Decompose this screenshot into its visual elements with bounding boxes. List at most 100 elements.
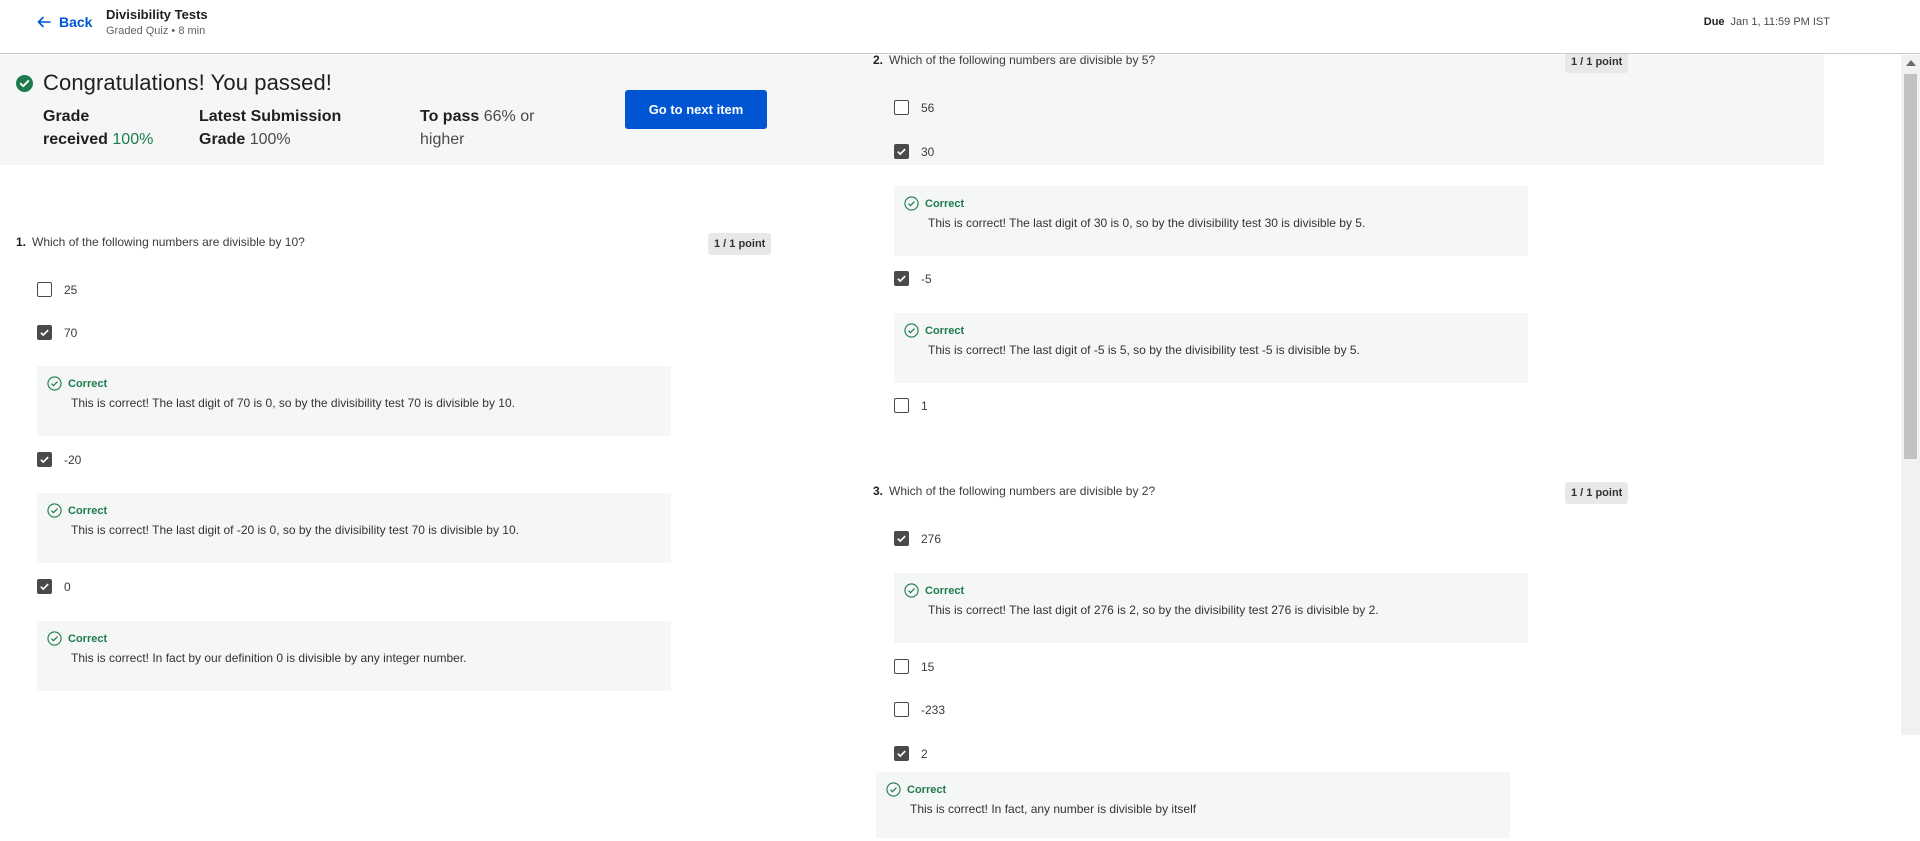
feedback-correct: Correct This is correct! In fact by our … — [37, 621, 671, 691]
feedback-correct: Correct This is correct! The last digit … — [37, 366, 671, 436]
checkbox-unchecked[interactable] — [37, 282, 52, 297]
checkmark-icon — [40, 456, 49, 464]
pass-value-2: higher — [420, 131, 465, 148]
pass-value: 66% or — [483, 108, 535, 125]
checkbox-checked[interactable] — [37, 579, 52, 594]
points-badge: 1 / 1 point — [708, 233, 772, 255]
question-1: 1. Which of the following numbers are div… — [16, 235, 305, 249]
check-circle-outline-icon — [886, 782, 901, 797]
feedback-label: Correct — [68, 504, 108, 517]
grade-label: Grade — [43, 108, 90, 125]
option-70[interactable]: 70 — [37, 325, 77, 340]
checkbox-unchecked[interactable] — [894, 659, 909, 674]
latest-label-2: Grade — [199, 131, 246, 148]
feedback-text: This is correct! The last digit of -20 i… — [71, 523, 519, 537]
option-15[interactable]: 15 — [894, 659, 934, 674]
checkmark-icon — [897, 275, 906, 283]
question-number: 2. — [873, 53, 884, 67]
checkbox-checked[interactable] — [37, 325, 52, 340]
check-circle-outline-icon — [47, 631, 62, 646]
scrollbar-thumb[interactable] — [1904, 74, 1917, 459]
due-value: Jan 1, 11:59 PM IST — [1730, 16, 1830, 28]
option-label: -233 — [921, 702, 946, 717]
checkbox-checked[interactable] — [894, 531, 909, 546]
page-subtitle: Graded Quiz • 8 min — [106, 25, 206, 37]
checkbox-checked[interactable] — [894, 746, 909, 761]
pass-heading: Congratulations! You passed! — [16, 70, 332, 96]
check-circle-outline-icon — [904, 323, 919, 338]
option-minus-20[interactable]: -20 — [37, 452, 81, 467]
checkbox-unchecked[interactable] — [894, 702, 909, 717]
feedback-correct: Correct This is correct! The last digit … — [37, 493, 671, 563]
feedback-label: Correct — [925, 584, 965, 597]
feedback-correct: Correct This is correct! The last digit … — [894, 573, 1528, 643]
feedback-label: Correct — [925, 197, 965, 210]
checkbox-checked[interactable] — [894, 271, 909, 286]
feedback-label: Correct — [907, 783, 947, 796]
back-label: Back — [59, 14, 93, 30]
top-bar: Back Divisibility Tests Graded Quiz • 8 … — [0, 0, 1920, 54]
points-badge: 1 / 1 point — [1565, 482, 1629, 504]
checkmark-icon — [897, 148, 906, 156]
pass-heading-text: Congratulations! You passed! — [43, 70, 333, 95]
result-banner-right — [862, 55, 1824, 165]
checkbox-checked[interactable] — [894, 144, 909, 159]
latest-submission-grade: Latest Submission Grade 100% — [199, 105, 341, 151]
grade-received: Grade received 100% — [43, 105, 153, 151]
question-number: 3. — [873, 484, 884, 498]
check-circle-outline-icon — [904, 196, 919, 211]
option-label: -5 — [921, 271, 932, 286]
feedback-correct: Correct This is correct! The last digit … — [894, 313, 1528, 383]
checkmark-icon — [897, 750, 906, 758]
option-276[interactable]: 276 — [894, 531, 941, 546]
due-date: Due Jan 1, 11:59 PM IST — [1704, 16, 1830, 28]
arrow-left-icon — [37, 16, 51, 28]
checkmark-icon — [40, 329, 49, 337]
option-2[interactable]: 2 — [894, 746, 928, 761]
pass-threshold: To pass 66% or higher — [420, 105, 534, 151]
pass-label: To pass — [420, 108, 480, 125]
option-label: 25 — [64, 282, 78, 297]
option-1[interactable]: 1 — [894, 398, 928, 413]
feedback-text: This is correct! The last digit of -5 is… — [928, 343, 1360, 357]
option-label: 2 — [921, 746, 928, 761]
option-25[interactable]: 25 — [37, 282, 77, 297]
go-to-next-item-button[interactable]: Go to next item — [625, 90, 767, 129]
option-label: 276 — [921, 531, 942, 546]
points-badge: 1 / 1 point — [1565, 51, 1629, 73]
option-label: 56 — [921, 100, 935, 115]
checkmark-icon — [40, 583, 49, 591]
feedback-label: Correct — [68, 377, 108, 390]
question-3: 3. Which of the following numbers are div… — [873, 484, 1155, 498]
page-title: Divisibility Tests — [106, 7, 208, 22]
option-minus-233[interactable]: -233 — [894, 702, 945, 717]
option-label: 30 — [921, 144, 935, 159]
question-text: Which of the following numbers are divis… — [889, 484, 1156, 498]
option-label: 1 — [921, 398, 928, 413]
option-label: -20 — [64, 452, 82, 467]
option-label: 70 — [64, 325, 78, 340]
check-circle-outline-icon — [47, 503, 62, 518]
feedback-label: Correct — [68, 632, 108, 645]
checkbox-unchecked[interactable] — [894, 100, 909, 115]
check-circle-outline-icon — [904, 583, 919, 598]
option-label: 15 — [921, 659, 935, 674]
option-30[interactable]: 30 — [894, 144, 934, 159]
question-number: 1. — [16, 235, 27, 249]
item-title-block: Divisibility Tests Graded Quiz • 8 min — [106, 7, 208, 37]
latest-value: 100% — [249, 131, 291, 148]
back-button[interactable]: Back — [36, 14, 92, 30]
grade-value: 100% — [112, 131, 154, 148]
option-56[interactable]: 56 — [894, 100, 934, 115]
checkbox-unchecked[interactable] — [894, 398, 909, 413]
question-text: Which of the following numbers are divis… — [32, 235, 305, 249]
option-0[interactable]: 0 — [37, 579, 71, 594]
grade-label-2: received — [43, 131, 108, 148]
latest-label: Latest Submission — [199, 108, 342, 125]
feedback-text: This is correct! In fact, any number is … — [910, 802, 1197, 816]
feedback-text: This is correct! The last digit of 276 i… — [928, 603, 1379, 617]
checkbox-checked[interactable] — [37, 452, 52, 467]
check-circle-outline-icon — [47, 376, 62, 391]
option-minus-5[interactable]: -5 — [894, 271, 932, 286]
scroll-up-arrow-icon[interactable] — [1906, 60, 1916, 66]
